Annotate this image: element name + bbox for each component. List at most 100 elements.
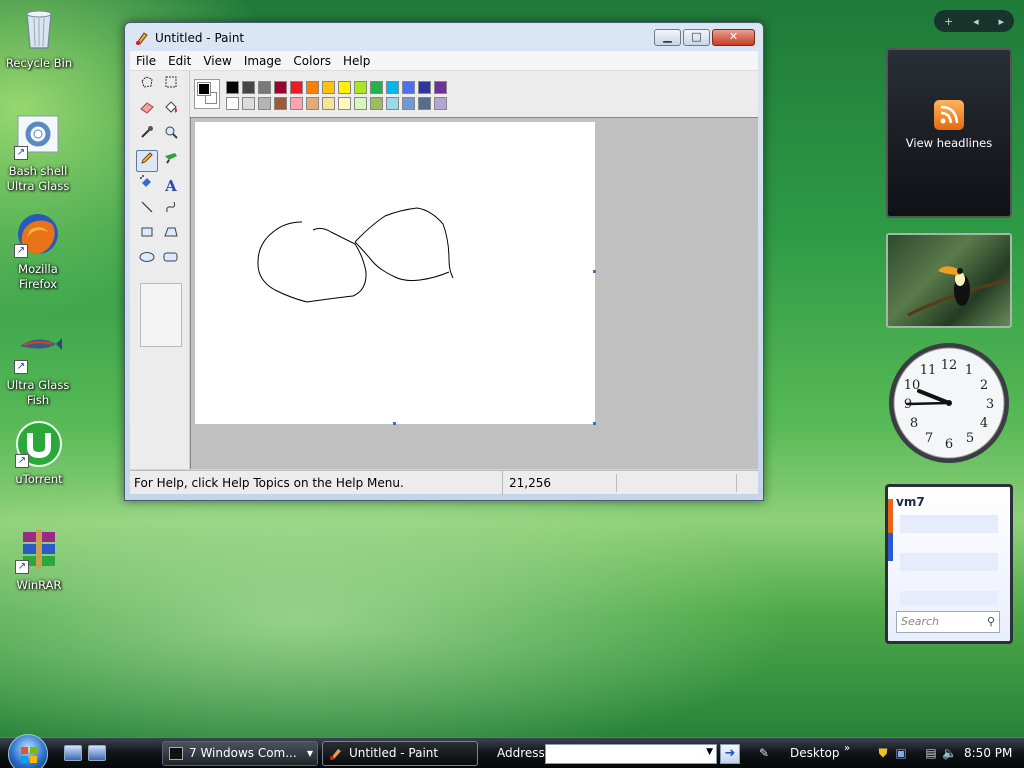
rounded-rectangle-icon[interactable] <box>160 250 182 272</box>
free-form-select-icon[interactable] <box>136 75 158 97</box>
menu-help[interactable]: Help <box>337 51 376 70</box>
color-palette <box>190 71 758 117</box>
color-swatch[interactable] <box>370 97 383 110</box>
notes-tab-blue[interactable] <box>888 533 893 561</box>
desktop-icon-recycle-bin[interactable]: Recycle Bin <box>1 4 77 71</box>
pencil-icon[interactable] <box>136 150 158 172</box>
minimize-button[interactable]: ▁ <box>654 29 681 46</box>
color-swatch[interactable] <box>306 81 319 94</box>
address-input[interactable]: ▼ <box>545 744 717 764</box>
toolbox: A <box>130 71 190 469</box>
rectangle-select-icon[interactable] <box>160 75 182 97</box>
eraser-icon[interactable] <box>136 100 158 122</box>
resize-handle-corner[interactable] <box>593 422 596 425</box>
notes-tab-orange[interactable] <box>888 499 893 533</box>
go-button[interactable]: ➜ <box>720 744 740 764</box>
switch-windows-icon[interactable] <box>88 745 106 761</box>
text-tool-icon[interactable]: A <box>160 175 182 197</box>
start-button[interactable] <box>8 734 48 768</box>
color-swatch[interactable] <box>290 97 303 110</box>
maximize-button[interactable]: □ <box>683 29 710 46</box>
color-swatch[interactable] <box>434 81 447 94</box>
airbrush-icon[interactable] <box>136 175 158 197</box>
color-swatch[interactable] <box>258 97 271 110</box>
show-desktop-icon[interactable] <box>64 745 82 761</box>
color-swatch[interactable] <box>306 97 319 110</box>
taskbar-button-paint[interactable]: Untitled - Paint <box>322 741 478 766</box>
group-dropdown-icon[interactable]: ▼ <box>307 742 313 765</box>
desktop-toolbar-label[interactable]: Desktop <box>790 738 840 768</box>
menu-image[interactable]: Image <box>238 51 288 70</box>
desktop-icon-ultra-glass-fish[interactable]: ↗ Ultra Glass Fish <box>0 326 76 408</box>
menu-edit[interactable]: Edit <box>162 51 197 70</box>
address-dropdown-icon[interactable]: ▼ <box>706 747 713 757</box>
magnifier-icon[interactable] <box>160 125 182 147</box>
color-swatch[interactable] <box>226 97 239 110</box>
color-swatch[interactable] <box>418 97 431 110</box>
color-swatch[interactable] <box>434 97 447 110</box>
color-swatch[interactable] <box>290 81 303 94</box>
desktop-icon-winrar[interactable]: ↗ WinRAR <box>1 526 77 593</box>
color-swatch[interactable] <box>242 97 255 110</box>
notes-gadget[interactable]: vm7 Search ⚲ <box>885 484 1013 644</box>
next-page-icon[interactable]: ▸ <box>999 15 1005 28</box>
desktop-icon-label: uTorrent <box>15 472 63 486</box>
color-swatch[interactable] <box>274 81 287 94</box>
color-swatch[interactable] <box>418 81 431 94</box>
rectangle-icon[interactable] <box>136 225 158 247</box>
color-swatch[interactable] <box>338 97 351 110</box>
close-button[interactable]: ✕ <box>712 29 755 46</box>
color-swatch[interactable] <box>402 81 415 94</box>
previous-page-icon[interactable]: ◂ <box>973 15 979 28</box>
desktop-icon-firefox[interactable]: ↗ Mozilla Firefox <box>0 210 76 292</box>
status-coordinates: 21,256 <box>502 471 551 495</box>
brush-icon[interactable] <box>160 150 182 172</box>
color-swatch[interactable] <box>274 97 287 110</box>
search-icon[interactable]: ⚲ <box>987 612 995 632</box>
color-swatch[interactable] <box>258 81 271 94</box>
slideshow-gadget[interactable] <box>886 233 1012 328</box>
security-shield-icon[interactable]: ⛊ <box>876 746 890 760</box>
color-swatch[interactable] <box>370 81 383 94</box>
color-swatch[interactable] <box>242 81 255 94</box>
menu-colors[interactable]: Colors <box>287 51 337 70</box>
color-swatch[interactable] <box>354 97 367 110</box>
menu-file[interactable]: File <box>130 51 162 70</box>
color-swatch[interactable] <box>338 81 351 94</box>
desktop-icon-utorrent[interactable]: ↗ uTorrent <box>1 420 77 487</box>
network-icon[interactable]: ▣ <box>894 746 908 760</box>
desktop-icon-bash-shell[interactable]: ↗ Bash shell Ultra Glass <box>0 112 76 194</box>
resize-handle-right[interactable] <box>593 270 596 273</box>
color-swatch[interactable] <box>402 97 415 110</box>
pen-icon[interactable]: ✎ <box>757 746 771 760</box>
clock[interactable]: 8:50 PM <box>964 738 1012 768</box>
color-swatch[interactable] <box>322 81 335 94</box>
fill-bucket-icon[interactable] <box>160 100 182 122</box>
paint-window[interactable]: Untitled - Paint ▁ □ ✕ File Edit View Im… <box>124 22 764 501</box>
taskbar-button-windows-command[interactable]: 7 Windows Com... ▼ <box>162 741 318 766</box>
resize-handle-bottom[interactable] <box>393 422 396 425</box>
line-icon[interactable] <box>136 200 158 222</box>
color-swatch[interactable] <box>322 97 335 110</box>
ellipse-icon[interactable] <box>136 250 158 272</box>
add-gadget-icon[interactable]: + <box>944 15 953 28</box>
color-swatch[interactable] <box>226 81 239 94</box>
address-field[interactable] <box>546 745 696 763</box>
title-bar[interactable]: Untitled - Paint ▁ □ ✕ <box>125 23 763 51</box>
feed-headlines-gadget[interactable]: View headlines <box>886 48 1012 218</box>
drawing-canvas[interactable] <box>195 122 595 424</box>
network-status-icon[interactable]: ▤ <box>924 746 938 760</box>
color-swatch[interactable] <box>386 81 399 94</box>
menu-view[interactable]: View <box>197 51 237 70</box>
color-swatch[interactable] <box>386 97 399 110</box>
toolbar-expand-icon[interactable]: » <box>840 742 854 756</box>
polygon-icon[interactable] <box>160 225 182 247</box>
volume-muted-icon[interactable]: 🔈 <box>942 746 957 760</box>
tool-options-box[interactable] <box>140 283 182 347</box>
color-picker-icon[interactable] <box>136 125 158 147</box>
foreground-color[interactable] <box>197 82 211 96</box>
curve-icon[interactable] <box>160 200 182 222</box>
clock-gadget[interactable]: 12123 4567 891011 <box>887 341 1011 465</box>
color-swatch[interactable] <box>354 81 367 94</box>
notes-search-input[interactable]: Search ⚲ <box>896 611 1000 633</box>
